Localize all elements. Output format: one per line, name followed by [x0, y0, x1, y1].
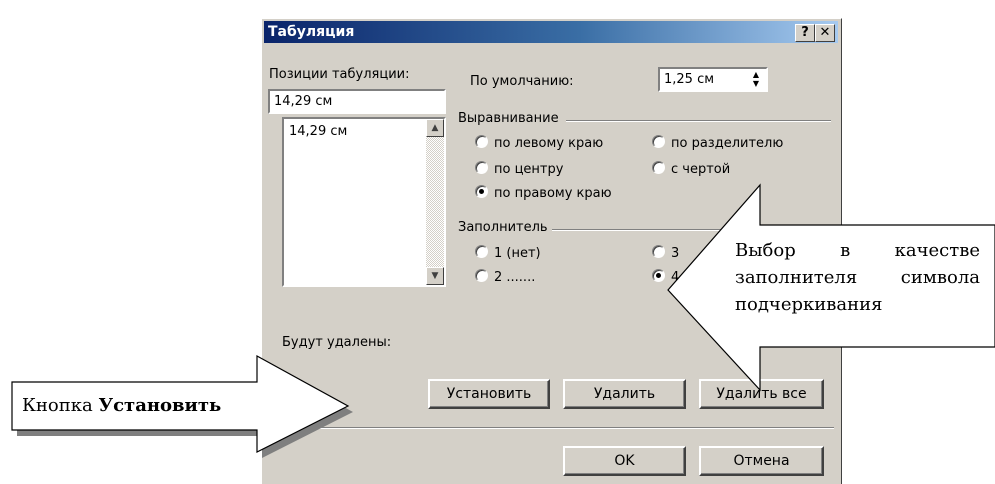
leader-callout-line2: заполнителя символа: [735, 267, 980, 288]
leader-callout-text: Выбор в качестве заполнителя символа под…: [735, 237, 980, 318]
callout-bold: Установить: [98, 395, 222, 416]
leader-callout-line3: подчеркивания: [735, 294, 883, 315]
callout-prefix: Кнопка: [22, 395, 99, 416]
set-button-callout-text: Кнопка Установить: [22, 395, 221, 416]
leader-callout-line1: Выбор в качестве: [735, 240, 980, 261]
